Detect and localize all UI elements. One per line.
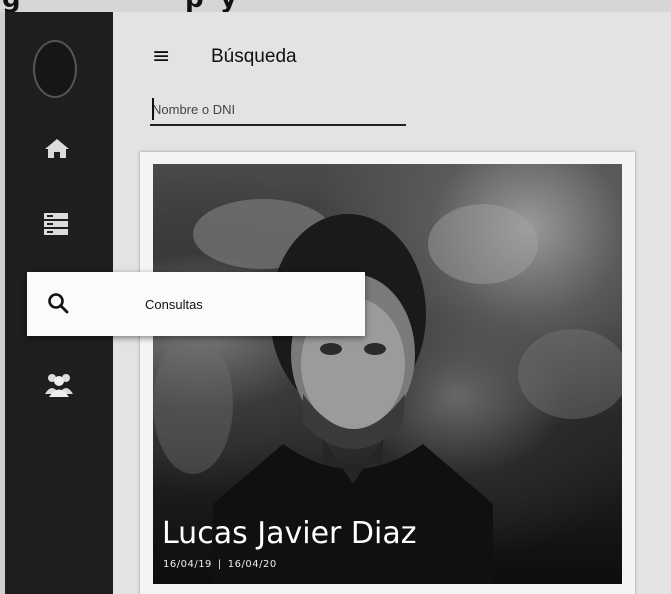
date-separator: | [217,559,222,570]
search-input[interactable] [150,94,406,126]
partial-heading-strip: g p y [0,0,671,12]
hamburger-icon[interactable]: ≡ [152,46,170,68]
home-icon[interactable] [44,137,70,164]
person-name: Lucas Javier Diaz [162,516,417,551]
users-icon[interactable] [44,372,74,403]
text-caret [152,98,154,120]
sidebar-edge [0,12,5,594]
date-end: 16/04/20 [227,559,277,570]
result-card[interactable]: Lucas Javier Diaz 16/04/19 | 16/04/20 [140,152,635,594]
list-icon[interactable] [44,212,68,241]
app-logo[interactable] [33,40,77,98]
search-icon [47,292,69,319]
date-start: 16/04/19 [163,559,212,570]
page-title: Búsqueda [211,46,297,67]
menu-item-label: Consultas [145,297,203,312]
consultas-menu-item[interactable]: Consultas [27,272,365,336]
person-dates: 16/04/19 | 16/04/20 [163,559,277,570]
person-photo: Lucas Javier Diaz 16/04/19 | 16/04/20 [153,164,622,584]
